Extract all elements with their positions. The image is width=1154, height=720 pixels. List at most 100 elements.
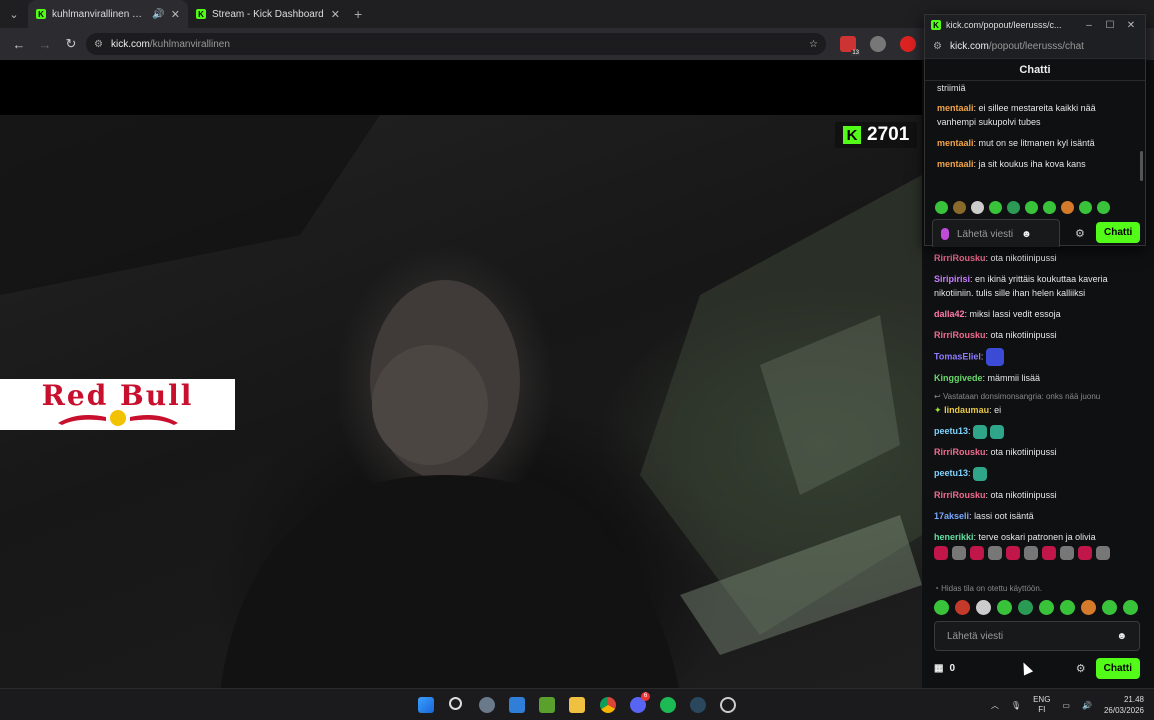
chat-username[interactable]: peetu13: [934, 426, 968, 436]
quick-emote-icon[interactable]: [955, 600, 970, 615]
emoji-picker-icon[interactable]: ☻: [1116, 631, 1127, 642]
settings-gear-icon[interactable]: [479, 697, 495, 713]
video-player[interactable]: [0, 60, 922, 692]
photos-icon[interactable]: [509, 697, 525, 713]
sponsor-logo: Red Bull: [0, 379, 235, 430]
chat-text: terve oskari patronen ja olivia: [978, 532, 1096, 542]
tab-stream[interactable]: K kuhlmanvirallinen Stream - 🔊 ✕: [28, 0, 188, 28]
file-explorer-icon[interactable]: [569, 697, 585, 713]
extension-calendar-icon[interactable]: 13: [840, 36, 860, 56]
chat-username[interactable]: 17akseli: [934, 511, 969, 521]
popout-scrollbar[interactable]: [1140, 151, 1143, 181]
quick-emote-icon[interactable]: [1123, 600, 1138, 615]
emote-icon: [970, 546, 984, 560]
quick-emote-icon[interactable]: [976, 600, 991, 615]
channel-points[interactable]: ▦ 0: [934, 663, 955, 674]
slow-mode-text: Hidas tila on otettu käyttöön.: [941, 584, 1043, 593]
quick-emote-icon[interactable]: [1060, 600, 1075, 615]
chat-username[interactable]: henerikki: [934, 532, 974, 542]
steam-icon[interactable]: [690, 697, 706, 713]
chat-footer: ▦ 0 ⚙ Chatti: [934, 657, 1140, 679]
quick-emote-icon[interactable]: [1018, 600, 1033, 615]
close-icon[interactable]: ✕: [1123, 20, 1139, 31]
nvidia-icon[interactable]: [539, 697, 555, 713]
chat-username[interactable]: TomasEliel: [934, 351, 981, 361]
tab-dashboard[interactable]: K Stream - Kick Dashboard ✕: [188, 0, 348, 28]
back-icon[interactable]: ←: [8, 33, 30, 55]
chat-message-input[interactable]: Lähetä viesti ☻: [934, 621, 1140, 651]
popout-message-input[interactable]: Lähetä viesti ☻: [932, 219, 1060, 247]
extension-eyes-icon[interactable]: [870, 36, 886, 52]
quick-emote-icon[interactable]: [971, 201, 984, 214]
spotify-icon[interactable]: [660, 697, 676, 713]
new-tab-icon[interactable]: +: [354, 6, 362, 22]
microphone-tray-icon[interactable]: 🎙: [1011, 701, 1021, 710]
volume-icon[interactable]: 🔊: [1082, 701, 1092, 710]
chat-username[interactable]: RirriRousku: [934, 447, 986, 457]
quick-emote-icon[interactable]: [1079, 201, 1092, 214]
quick-emote-icon[interactable]: [1025, 201, 1038, 214]
quick-emote-icon[interactable]: [997, 600, 1012, 615]
tray-expand-icon[interactable]: ︿: [991, 700, 999, 711]
quick-emote-icon[interactable]: [1102, 600, 1117, 615]
chat-text: miksi lassi vedit essoja: [969, 309, 1061, 319]
channel-points-value: 0: [949, 662, 956, 674]
chat-username[interactable]: RirriRousku: [934, 490, 986, 500]
maximize-icon[interactable]: ☐: [1102, 20, 1118, 31]
quick-emote-icon[interactable]: [1061, 201, 1074, 214]
chrome-icon[interactable]: [600, 697, 616, 713]
chat-settings-gear-icon[interactable]: ⚙: [1076, 662, 1086, 675]
forward-icon[interactable]: →: [34, 33, 56, 55]
minimize-icon[interactable]: –: [1081, 20, 1097, 31]
extension-red-icon[interactable]: [900, 36, 916, 52]
address-bar[interactable]: ⚙ kick.com/kuhlmanvirallinen ☆: [86, 33, 826, 55]
chat-username[interactable]: dalla42: [934, 309, 965, 319]
quick-emote-icon[interactable]: [935, 201, 948, 214]
input-language[interactable]: ENG FI: [1033, 695, 1050, 715]
quick-emote-icon[interactable]: [989, 201, 1002, 214]
popout-settings-gear-icon[interactable]: ⚙: [1075, 227, 1085, 240]
tab-search-chevron-icon[interactable]: ⌄: [0, 0, 28, 28]
kick-favicon-icon: K: [196, 9, 206, 19]
popout-send-button[interactable]: Chatti: [1096, 222, 1141, 243]
microphone-icon[interactable]: [941, 228, 949, 240]
quick-emote-icon[interactable]: [1043, 201, 1056, 214]
chat-username[interactable]: RirriRousku: [934, 330, 986, 340]
tab-stream-close-icon[interactable]: ✕: [171, 8, 180, 21]
clock[interactable]: 21.48 26/03/2026: [1104, 694, 1144, 716]
reply-arrow-icon: ↩: [934, 392, 941, 401]
chat-message: 17akseli: lassi oot isäntä: [934, 511, 1034, 521]
chat-send-button[interactable]: Chatti: [1095, 657, 1140, 679]
site-info-icon[interactable]: ⚙: [933, 41, 942, 52]
quick-emote-icon[interactable]: [1081, 600, 1096, 615]
chat-username[interactable]: lindaumau: [944, 405, 989, 415]
reload-icon[interactable]: ↻: [60, 33, 82, 55]
quick-emote-icon[interactable]: [1039, 600, 1054, 615]
search-icon[interactable]: [449, 697, 462, 710]
chat-username[interactable]: peetu13: [934, 468, 968, 478]
popout-input-placeholder: Lähetä viesti: [957, 228, 1014, 240]
address-path: /kuhlmanvirallinen: [149, 38, 230, 50]
emoji-picker-icon[interactable]: ☻: [1021, 229, 1032, 240]
speaker-icon[interactable]: 🔊: [152, 9, 164, 20]
network-icon[interactable]: ▭: [1062, 701, 1070, 710]
quick-emote-icon[interactable]: [953, 201, 966, 214]
chat-username[interactable]: mentaali: [937, 138, 974, 148]
windows-start-icon[interactable]: [418, 697, 434, 713]
language-code: ENG: [1033, 695, 1051, 704]
chat-username[interactable]: Siripirisi: [934, 274, 970, 284]
quick-emote-icon[interactable]: [1097, 201, 1110, 214]
chat-username[interactable]: mentaali: [937, 159, 974, 169]
bookmark-star-icon[interactable]: ☆: [809, 39, 818, 50]
power-icon[interactable]: [720, 697, 736, 713]
quick-emote-bar: [935, 201, 1110, 214]
site-info-icon[interactable]: ⚙: [94, 39, 103, 50]
popout-url-bar[interactable]: ⚙ kick.com/popout/leerusss/chat: [925, 35, 1145, 59]
chat-username[interactable]: RirriRousku: [934, 253, 986, 263]
chat-text: ota nikotiinipussi: [990, 447, 1057, 457]
quick-emote-icon[interactable]: [934, 600, 949, 615]
chat-username[interactable]: Kinggivede: [934, 373, 983, 383]
quick-emote-icon[interactable]: [1007, 201, 1020, 214]
tab-dashboard-close-icon[interactable]: ✕: [331, 8, 340, 21]
chat-username[interactable]: mentaali: [937, 103, 974, 113]
